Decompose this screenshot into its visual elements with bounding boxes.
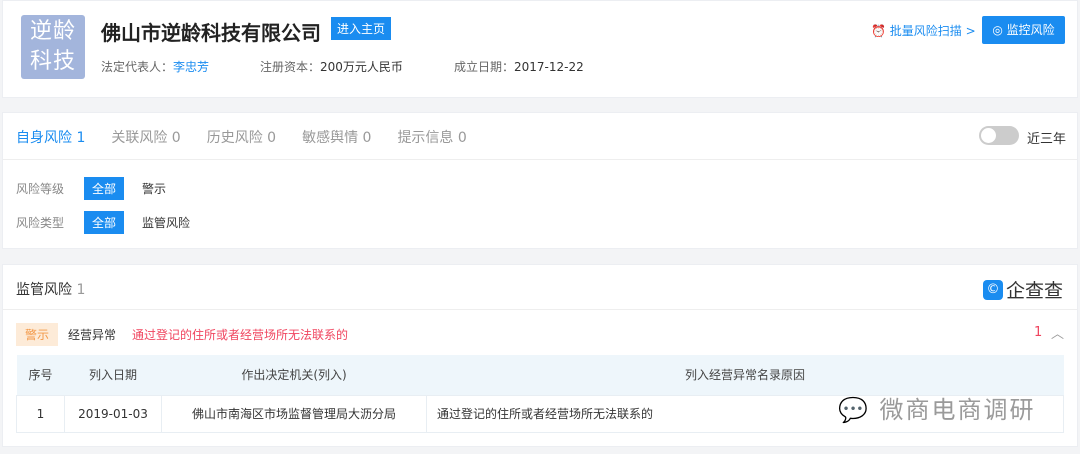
toggle-label: 近三年 — [1027, 132, 1067, 147]
wechat-icon: 💬 — [838, 396, 880, 424]
chevron-up-icon[interactable]: ︿ — [1051, 323, 1064, 342]
column-header: 序号 — [16, 355, 65, 395]
risk-tabs: 自身风险 1 关联风险 0 历史风险 0 敏感舆情 0 提示信息 0 — [16, 127, 467, 147]
capital: 注册资本：200万元人民币 — [260, 58, 403, 75]
watermark: 💬 微商电商调研 — [838, 390, 1036, 425]
logo-line: 科技 — [29, 49, 76, 74]
home-button[interactable]: 进入主页 — [331, 17, 392, 40]
section-title: 监管风险 1 — [16, 279, 85, 299]
recent-three-years-toggle[interactable] — [979, 126, 1019, 145]
tab-notice[interactable]: 提示信息 0 — [397, 127, 466, 147]
capital-value: 200万元人民币 — [320, 60, 403, 74]
monitor-risk-button[interactable]: ◎ 监控风险 — [982, 16, 1065, 44]
section-count: 1 — [76, 282, 86, 298]
cell-index: 1 — [16, 394, 65, 433]
risk-desc: 通过登记的住所或者经营场所无法联系的 — [132, 328, 349, 342]
monitor-label: 监控风险 — [1006, 23, 1055, 37]
logo-line: 逆龄 — [29, 19, 76, 44]
divider — [3, 159, 1077, 160]
company-logo: 逆龄 科技 — [21, 15, 85, 79]
tab-sentiment[interactable]: 敏感舆情 0 — [302, 127, 371, 147]
tab-self-risk[interactable]: 自身风险 1 — [16, 127, 85, 147]
capital-label: 注册资本： — [260, 60, 321, 74]
qichacha-logo: © 企查查 — [983, 276, 1063, 303]
risk-type: 经营异常 — [68, 328, 117, 342]
cell-date: 2019-01-03 — [64, 394, 162, 433]
brand-text: 企查查 — [1006, 280, 1064, 302]
column-header: 作出决定机关(列入) — [161, 355, 427, 395]
tab-history-risk[interactable]: 历史风险 0 — [207, 127, 276, 147]
watermark-text: 微商电商调研 — [879, 396, 1036, 424]
filter-risk-level: 风险等级 全部 警示 — [16, 177, 166, 200]
founded-value: 2017-12-22 — [514, 60, 584, 74]
batch-scan-link[interactable]: ⏰ 批量风险扫描 > — [871, 22, 976, 39]
batch-scan-label: 批量风险扫描 > — [889, 24, 976, 38]
company-name: 佛山市逆龄科技有限公司 — [101, 21, 321, 45]
divider — [3, 309, 1077, 310]
filter-option[interactable]: 监管风险 — [142, 214, 190, 231]
cell-authority: 佛山市南海区市场监督管理局大沥分局 — [161, 394, 427, 433]
qichacha-icon: © — [983, 279, 1003, 300]
legal-rep-label: 法定代表人： — [101, 60, 174, 74]
legal-rep: 法定代表人：李忠芳 — [101, 58, 209, 75]
section-title-text: 监管风险 — [16, 282, 72, 298]
toggle-knob — [981, 128, 996, 143]
filter-option[interactable]: 警示 — [142, 180, 166, 197]
risk-item[interactable]: 警示 经营异常 通过登记的住所或者经营场所无法联系的 — [16, 323, 348, 346]
risk-filter-panel: 自身风险 1 关联风险 0 历史风险 0 敏感舆情 0 提示信息 0 近三年 风… — [2, 112, 1078, 249]
filter-all-button[interactable]: 全部 — [84, 211, 125, 234]
filter-label: 风险等级 — [16, 182, 65, 196]
warning-tag: 警示 — [16, 323, 59, 346]
column-header: 列入经营异常名录原因 — [426, 355, 1064, 395]
company-header: 逆龄科技 佛山市逆龄科技有限公司 进入主页 法定代表人：李忠芳 注册资本：200… — [2, 0, 1078, 98]
filter-label: 风险类型 — [16, 216, 65, 230]
founded: 成立日期：2017-12-22 — [454, 58, 584, 75]
column-header: 列入日期 — [64, 355, 162, 395]
monitor-icon: ◎ — [992, 23, 1007, 37]
alarm-icon: ⏰ — [871, 24, 890, 38]
table-header: 序号 列入日期 作出决定机关(列入) 列入经营异常名录原因 — [16, 355, 1064, 395]
founded-label: 成立日期： — [454, 60, 515, 74]
tab-related-risk[interactable]: 关联风险 0 — [111, 127, 180, 147]
legal-rep-link[interactable]: 李忠芳 — [173, 60, 209, 74]
risk-count: 1 — [1034, 325, 1043, 340]
filter-all-button[interactable]: 全部 — [84, 177, 125, 200]
filter-risk-type: 风险类型 全部 监管风险 — [16, 211, 190, 234]
